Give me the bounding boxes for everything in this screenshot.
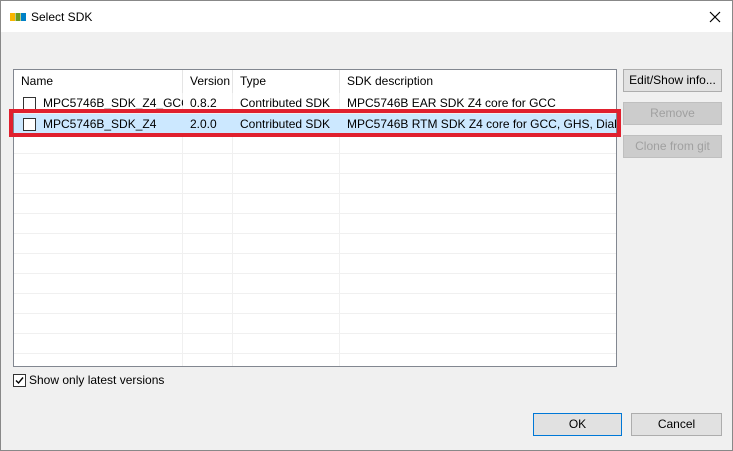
- column-header-description[interactable]: SDK description: [340, 70, 616, 93]
- sdk-table[interactable]: Name Version Type SDK description MPC574…: [13, 69, 617, 367]
- row-checkbox[interactable]: [23, 118, 36, 131]
- row-divider: [14, 173, 616, 174]
- column-header-type[interactable]: Type: [233, 70, 340, 93]
- close-button[interactable]: [698, 1, 732, 32]
- row-checkbox[interactable]: [23, 97, 36, 110]
- cancel-button[interactable]: Cancel: [631, 413, 722, 436]
- row-divider: [14, 253, 616, 254]
- ok-button[interactable]: OK: [533, 413, 622, 436]
- row-divider: [14, 193, 616, 194]
- clone-from-git-button[interactable]: Clone from git: [623, 135, 722, 158]
- row-divider: [14, 153, 616, 154]
- sdk-version: 2.0.0: [190, 117, 217, 131]
- column-header-version[interactable]: Version: [183, 70, 233, 93]
- edit-show-info-button[interactable]: Edit/Show info...: [623, 69, 722, 92]
- nxp-logo-icon: [10, 13, 26, 21]
- sdk-description: MPC5746B RTM SDK Z4 core for GCC, GHS, D…: [347, 117, 616, 131]
- row-divider: [14, 213, 616, 214]
- row-divider: [14, 273, 616, 274]
- sdk-version: 0.8.2: [190, 96, 217, 110]
- close-icon: [709, 11, 721, 22]
- title-bar: Select SDK: [1, 1, 732, 32]
- column-header-name[interactable]: Name: [14, 70, 183, 93]
- row-divider: [14, 313, 616, 314]
- remove-button[interactable]: Remove: [623, 102, 722, 125]
- row-divider: [14, 233, 616, 234]
- checkmark-icon: [15, 377, 24, 385]
- sdk-name: MPC5746B_SDK_Z4_GCC: [43, 96, 183, 110]
- row-divider: [14, 333, 616, 334]
- window-title: Select SDK: [31, 10, 93, 24]
- table-row[interactable]: MPC5746B_SDK_Z4_GCC 0.8.2 Contributed SD…: [14, 93, 616, 113]
- sdk-description: MPC5746B EAR SDK Z4 core for GCC: [347, 96, 556, 110]
- table-row[interactable]: MPC5746B_SDK_Z4 2.0.0 Contributed SDK MP…: [14, 114, 616, 134]
- sdk-name: MPC5746B_SDK_Z4: [43, 117, 157, 131]
- row-divider: [14, 353, 616, 354]
- show-only-latest-checkbox[interactable]: [13, 374, 26, 387]
- sdk-type: Contributed SDK: [240, 96, 331, 110]
- show-only-latest-label: Show only latest versions: [29, 373, 165, 387]
- table-header: Name Version Type SDK description: [14, 70, 616, 93]
- row-divider: [14, 293, 616, 294]
- sdk-type: Contributed SDK: [240, 117, 331, 131]
- select-sdk-dialog: Select SDK Name Version Type SDK descrip…: [0, 0, 733, 451]
